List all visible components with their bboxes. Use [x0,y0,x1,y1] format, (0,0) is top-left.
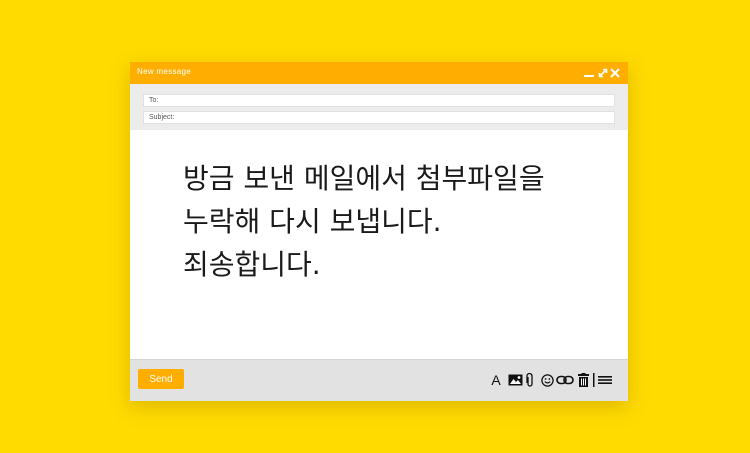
format-text-icon[interactable]: A [490,372,502,388]
body-line-1: 방금 보낸 메일에서 첨부파일을 [183,162,545,195]
compose-window: New message To: Subject: 방금 보낸 메일에서 첨부파일… [130,62,628,401]
send-button[interactable]: Send [138,369,184,389]
more-options-icon[interactable] [598,372,612,388]
insert-image-icon[interactable] [507,372,523,388]
attach-icon[interactable] [526,372,534,388]
link-icon[interactable] [556,372,574,388]
close-icon[interactable] [608,65,622,81]
subject-label: Subject: [149,114,175,121]
window-title: New message [137,67,191,76]
body-line-3: 죄송합니다. [183,248,321,281]
to-field[interactable]: To: [143,94,615,107]
emoji-icon[interactable] [540,372,554,388]
compose-footer: Send A [130,359,628,401]
to-label: To: [149,97,159,104]
trash-icon[interactable] [577,372,589,388]
message-body[interactable]: 방금 보낸 메일에서 첨부파일을 누락해 다시 보냅니다. 죄송합니다. [183,157,603,286]
minimize-icon[interactable] [582,65,596,81]
title-bar: New message [130,62,628,84]
subject-field[interactable]: Subject: [143,111,615,124]
body-line-2: 누락해 다시 보냅니다. [183,205,442,238]
toolbar-divider [592,372,595,388]
message-header: To: Subject: [130,84,628,130]
